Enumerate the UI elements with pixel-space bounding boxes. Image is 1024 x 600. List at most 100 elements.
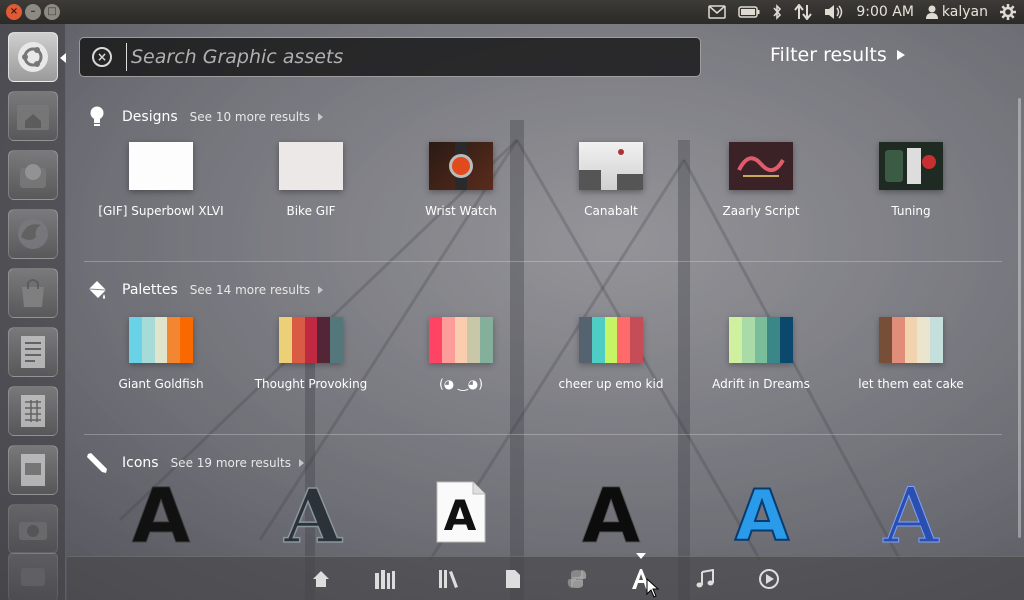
see-more-link[interactable]: See 19 more results (171, 456, 304, 470)
files-lens-icon[interactable] (501, 567, 525, 591)
palette-swatch (330, 317, 343, 363)
palette-label: (◕ ‿◕) (439, 377, 483, 391)
category-header[interactable]: Palettes See 14 more results (84, 279, 324, 301)
palette-swatches (279, 317, 343, 363)
dash-home-button[interactable] (8, 32, 58, 82)
palette-swatch (480, 317, 493, 363)
launcher-writer[interactable] (8, 327, 58, 377)
filter-results-button[interactable]: Filter results (770, 44, 905, 66)
battery-icon[interactable] (738, 6, 760, 18)
network-icon[interactable] (794, 4, 813, 20)
palette-swatch (129, 317, 142, 363)
more-arrow-icon (318, 286, 324, 294)
palette-swatch (917, 317, 931, 363)
category-header[interactable]: Designs See 10 more results (84, 106, 324, 128)
result-thumbnail (579, 142, 643, 190)
python-lens-icon[interactable] (565, 567, 589, 591)
font-icon-tile[interactable]: A (236, 473, 386, 561)
font-icon-tile[interactable]: A (686, 474, 836, 558)
more-arrow-icon (298, 459, 304, 467)
palette-swatches (129, 317, 193, 363)
palette-swatch (454, 317, 468, 363)
result-tile[interactable]: Wrist Watch (386, 142, 536, 218)
font-document-a: A (436, 481, 486, 543)
presentation-icon (21, 454, 45, 486)
palette-swatch (279, 317, 292, 363)
home-lens-icon[interactable] (309, 567, 333, 591)
category-separator (84, 434, 1002, 435)
palette-tile[interactable]: Adrift in Dreams (686, 317, 836, 391)
firefox-icon (18, 219, 48, 249)
palette-swatch (767, 317, 781, 363)
glyph-text: A (883, 476, 940, 548)
font-icon-tile[interactable]: A (86, 471, 236, 561)
launcher-impress[interactable] (8, 445, 58, 495)
launcher-home-folder[interactable] (8, 91, 58, 141)
result-tile[interactable]: Tuning (836, 142, 986, 218)
palette-swatch (467, 317, 481, 363)
palette-swatch (180, 317, 193, 363)
bluetooth-icon[interactable] (772, 4, 782, 20)
indicator-area: 9:00 AM kalyan (708, 4, 1024, 20)
see-more-label: See 14 more results (189, 283, 311, 297)
video-lens-icon[interactable] (757, 567, 781, 591)
launcher-software-center[interactable] (8, 268, 58, 318)
palette-tile[interactable]: cheer up emo kid (536, 317, 686, 391)
palette-tile[interactable]: Giant Goldfish (86, 317, 236, 391)
launcher-firefox[interactable] (8, 209, 58, 259)
palette-label: cheer up emo kid (558, 377, 664, 391)
search-box[interactable]: × (79, 37, 701, 77)
palette-swatch (429, 317, 442, 363)
font-icon-tile[interactable]: A (836, 471, 986, 561)
volume-icon[interactable] (824, 4, 844, 20)
font-icon-serif-blue-a: A (882, 471, 940, 561)
see-more-link[interactable]: See 10 more results (190, 110, 324, 124)
ubuntu-logo-icon (18, 42, 48, 72)
result-label: Zaarly Script (722, 204, 800, 218)
launcher-software-updater[interactable] (8, 150, 58, 200)
launcher-shotwell[interactable] (8, 504, 58, 554)
clock[interactable]: 9:00 AM (856, 4, 914, 20)
palette-swatch (317, 317, 331, 363)
mail-icon[interactable] (708, 5, 727, 19)
glyph-text: A (132, 476, 191, 548)
see-more-link[interactable]: See 14 more results (189, 283, 324, 297)
launcher-stacked-items[interactable] (8, 552, 58, 600)
launcher-calc[interactable] (8, 386, 58, 436)
palette-tile[interactable]: Thought Provoking (236, 317, 386, 391)
shopping-bag-icon (22, 279, 44, 307)
palette-swatch (154, 317, 168, 363)
username-label[interactable]: kalyan (942, 4, 988, 20)
font-icon-tile[interactable]: A (536, 471, 686, 561)
clear-search-icon[interactable]: × (92, 47, 112, 67)
pencil-icon (84, 452, 110, 474)
applications-lens-icon[interactable] (373, 567, 397, 591)
library-lens-icon[interactable] (437, 567, 461, 591)
result-thumbnail (729, 142, 793, 190)
category-title: Palettes (122, 282, 178, 298)
top-panel: × – □ 9:00 AM kalyan (0, 0, 1024, 24)
session-gear-icon[interactable] (1000, 4, 1016, 20)
paint-bucket-icon (84, 279, 110, 301)
result-label: Canabalt (584, 204, 638, 218)
palette-label: let them eat cake (858, 377, 964, 391)
result-tile[interactable]: Zaarly Script (686, 142, 836, 218)
result-thumbnail (129, 142, 193, 190)
close-window-button[interactable]: × (6, 4, 22, 20)
category-title: Designs (122, 109, 178, 125)
palette-swatch (617, 317, 631, 363)
result-tile[interactable]: Canabalt (536, 142, 686, 218)
result-tile[interactable]: [GIF] Superbowl XLVI (86, 142, 236, 218)
palette-tile[interactable]: (◕ ‿◕) (386, 317, 536, 391)
category-header[interactable]: Icons See 19 more results (84, 452, 304, 474)
font-icon-tile[interactable]: A (386, 480, 536, 548)
result-tile[interactable]: Bike GIF (236, 142, 386, 218)
search-input[interactable] (126, 43, 666, 71)
maximize-window-button[interactable]: □ (44, 4, 60, 20)
result-label: Tuning (891, 204, 931, 218)
minimize-window-button[interactable]: – (25, 4, 41, 20)
palette-tile[interactable]: let them eat cake (836, 317, 986, 391)
music-lens-icon[interactable] (693, 567, 717, 591)
results-scrollbar[interactable] (1018, 98, 1021, 538)
filter-results-label: Filter results (770, 44, 887, 66)
